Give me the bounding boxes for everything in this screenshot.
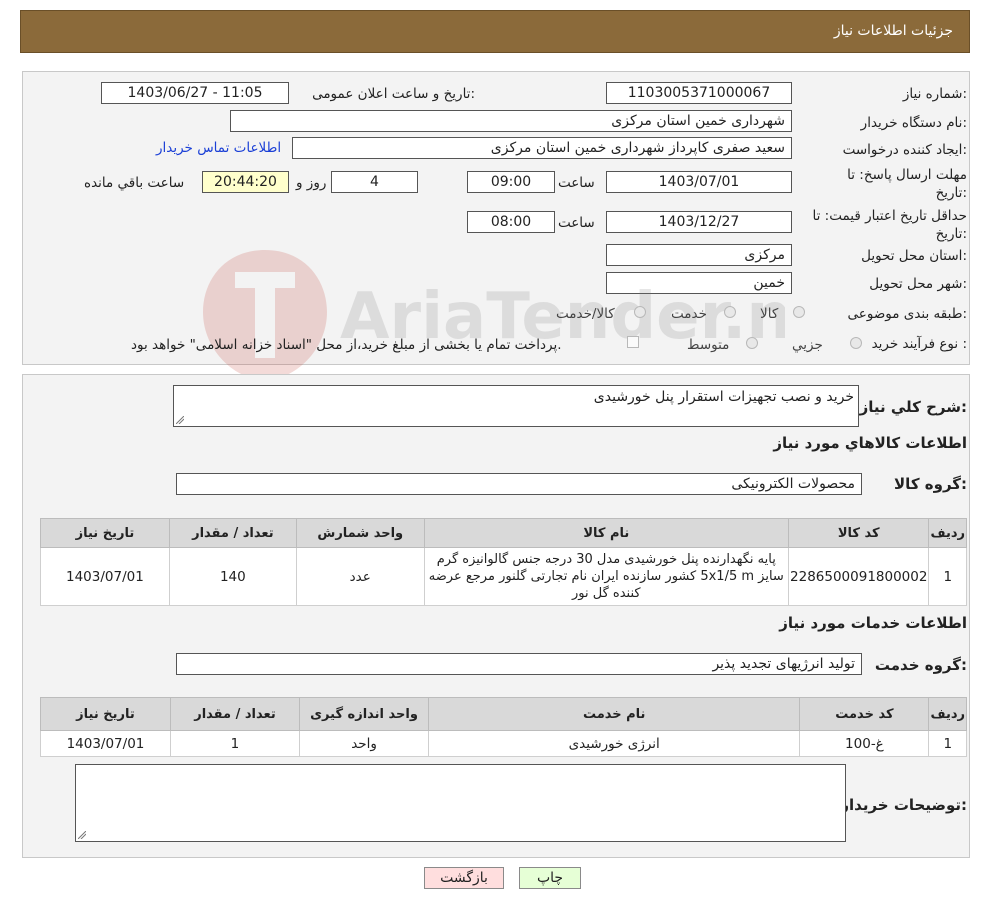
services-table-header: تاریخ نیاز تعداد / مقدار واحد اندازه گیر… — [40, 697, 967, 731]
validity-time-field[interactable]: 08:00 — [467, 211, 555, 233]
services-cell-name: انرژی خورشیدی — [428, 730, 801, 757]
process-radio-minor[interactable] — [850, 337, 862, 349]
validity-time-label: ساعت — [558, 215, 595, 231]
validity-date-field[interactable]: 1403/12/27 — [606, 211, 792, 233]
services-section-title: اطلاعات خدمات مورد نياز — [779, 614, 967, 632]
category-option-service: خدمت — [671, 306, 707, 322]
services-col-date: تاریخ نیاز — [40, 697, 171, 731]
goods-table: تاریخ نیاز تعداد / مقدار واحد شمارش نام … — [40, 518, 967, 606]
need-number-label: شماره نیاز: — [902, 86, 967, 102]
days-label: روز و — [296, 175, 327, 191]
services-col-qty: تعداد / مقدار — [169, 697, 301, 731]
creator-label: ایجاد کننده درخواست: — [842, 142, 967, 158]
services-col-row: رديف — [928, 697, 967, 731]
category-radio-goods[interactable] — [793, 306, 805, 318]
category-option-goods-service: کالا/خدمت — [556, 306, 615, 322]
goods-cell-name: پایه نگهدارنده پنل خورشیدی مدل 30 درجه ج… — [423, 547, 790, 606]
deadline-time-field[interactable]: 09:00 — [467, 171, 555, 193]
province-label: استان محل تحویل: — [861, 248, 967, 264]
goods-cell-date: 1403/07/01 — [40, 547, 170, 606]
services-cell-unit: واحد — [299, 730, 430, 757]
goods-cell-row: 1 — [928, 547, 967, 606]
process-option-medium: متوسط — [687, 337, 730, 353]
buyer-org-label: نام دستگاه خریدار: — [860, 115, 967, 131]
buyer-notes-field[interactable] — [75, 764, 846, 842]
buyer-notes-label: توضیحات خریدار: — [840, 796, 967, 814]
city-label: شهر محل تحویل: — [869, 276, 967, 292]
remaining-time-field: 20:44:20 — [202, 171, 289, 193]
print-button[interactable]: چاپ — [519, 867, 581, 889]
goods-table-header: تاریخ نیاز تعداد / مقدار واحد شمارش نام … — [40, 518, 967, 548]
watermark-emblem-icon — [203, 250, 327, 380]
process-label: نوع فرآیند خرید : — [871, 336, 967, 352]
creator-field[interactable]: سعید صفری کاپرداز شهرداری خمین استان مرک… — [292, 137, 792, 159]
category-radio-goods-service[interactable] — [634, 306, 646, 318]
contact-info-link[interactable]: اطلاعات تماس خریدار — [156, 140, 281, 156]
process-option-minor: جزيي — [792, 337, 823, 353]
goods-cell-qty: 140 — [168, 547, 297, 606]
page-header: جزئیات اطلاعات نیاز — [20, 10, 970, 53]
description-label: شرح کلي نياز: — [859, 398, 967, 416]
services-cell-row: 1 — [928, 730, 967, 757]
category-radio-service[interactable] — [724, 306, 736, 318]
services-col-code: کد خدمت — [799, 697, 930, 731]
goods-section-title: اطلاعات کالاهاي مورد نياز — [773, 434, 967, 452]
deadline-date-field[interactable]: 1403/07/01 — [606, 171, 792, 193]
services-group-label: گروه خدمت: — [874, 656, 967, 674]
deadline-label-line2: تاریخ: — [935, 185, 967, 201]
table-row[interactable]: 1403/07/01 140 عدد پایه نگهدارنده پنل خو… — [40, 547, 967, 606]
goods-group-field[interactable]: محصولات الکترونیکی — [176, 473, 862, 495]
treasury-checkbox[interactable] — [627, 336, 639, 348]
resize-grip-icon[interactable] — [78, 831, 86, 839]
services-group-field[interactable]: تولید انرژیهای تجدید پذیر — [176, 653, 862, 675]
remaining-label: ساعت باقي مانده — [84, 175, 185, 191]
goods-group-label: گروه کالا: — [894, 475, 967, 493]
category-label: طبقه بندی موضوعی: — [847, 306, 967, 322]
description-field[interactable]: خرید و نصب تجهیزات استقرار پنل خورشیدی — [173, 385, 859, 427]
services-col-name: نام خدمت — [428, 697, 801, 731]
table-row[interactable]: 1403/07/01 1 واحد انرژی خورشیدی غ-100 1 — [40, 730, 967, 757]
goods-col-row: رديف — [928, 518, 967, 548]
validity-label-line1: حداقل تاریخ اعتبار قیمت: تا — [812, 208, 967, 224]
services-cell-qty: 1 — [169, 730, 301, 757]
goods-cell-unit: عدد — [295, 547, 425, 606]
deadline-label: مهلت ارسال پاسخ: تا تاریخ: — [847, 166, 967, 202]
goods-col-date: تاریخ نیاز — [40, 518, 170, 548]
days-field[interactable]: 4 — [331, 171, 418, 193]
announce-label: تاریخ و ساعت اعلان عمومی: — [312, 86, 475, 102]
category-option-goods: کالا — [760, 306, 779, 322]
payment-note: پرداخت تمام یا بخشی از مبلغ خرید،از محل … — [131, 337, 562, 353]
goods-col-code: کد کالا — [787, 518, 930, 548]
buyer-org-field[interactable]: شهرداری خمین استان مرکزی — [230, 110, 792, 132]
validity-label: حداقل تاریخ اعتبار قیمت: تا تاریخ: — [813, 207, 967, 243]
process-radio-medium[interactable] — [746, 337, 758, 349]
goods-col-name: نام کالا — [423, 518, 790, 548]
goods-col-qty: تعداد / مقدار — [168, 518, 297, 548]
goods-col-unit: واحد شمارش — [295, 518, 425, 548]
services-cell-date: 1403/07/01 — [40, 730, 171, 757]
announce-field[interactable]: 1403/06/27 - 11:05 — [101, 82, 289, 104]
page-title: جزئیات اطلاعات نیاز — [833, 23, 953, 39]
resize-grip-icon[interactable] — [176, 416, 184, 424]
back-button[interactable]: بازگشت — [424, 867, 504, 889]
validity-label-line2: تاریخ: — [935, 226, 967, 242]
services-table: تاریخ نیاز تعداد / مقدار واحد اندازه گیر… — [40, 697, 967, 757]
services-col-unit: واحد اندازه گیری — [299, 697, 430, 731]
goods-cell-code: 2286500091800002 — [787, 547, 930, 606]
deadline-time-label: ساعت — [558, 175, 595, 191]
need-number-field[interactable]: 1103005371000067 — [606, 82, 792, 104]
services-cell-code: غ-100 — [799, 730, 930, 757]
deadline-label-line1: مهلت ارسال پاسخ: تا — [847, 167, 967, 183]
description-text: خرید و نصب تجهیزات استقرار پنل خورشیدی — [593, 389, 854, 405]
